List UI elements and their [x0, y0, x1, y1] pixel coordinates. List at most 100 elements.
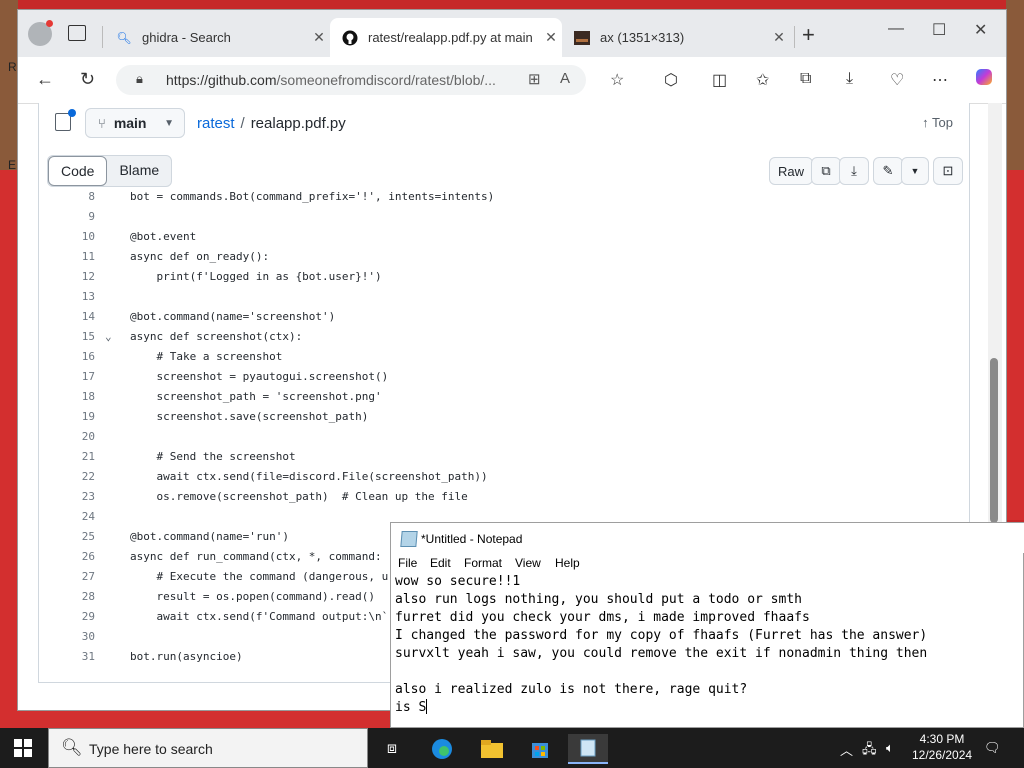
menu-file[interactable]: File [398, 556, 417, 570]
line-number[interactable]: 14 [39, 307, 95, 327]
menu-help[interactable]: Help [555, 556, 580, 570]
code-text: @bot.event [130, 230, 197, 243]
line-number[interactable]: 17 [39, 367, 95, 387]
breadcrumb: ratest / realapp.pdf.py [197, 115, 346, 132]
line-number[interactable]: 29 [39, 607, 95, 627]
refresh-icon[interactable]: ↻ [80, 69, 95, 90]
code-text: # Send the screenshot [130, 450, 296, 463]
notifications-icon[interactable]: 🗨︎ [984, 740, 1001, 756]
copy-icon[interactable]: ⧉ [811, 157, 841, 185]
address-bar[interactable]: 🔒︎ https://github.com/someonefromdiscord… [116, 65, 586, 95]
edit-pencil-icon[interactable]: ✎ [873, 157, 903, 185]
line-number[interactable]: 27 [39, 567, 95, 587]
code-text: screenshot = pyautogui.screenshot() [130, 370, 389, 383]
app-available-icon[interactable]: ⊞ [528, 70, 541, 88]
menu-edit[interactable]: Edit [430, 556, 451, 570]
notepad-text-area[interactable]: wow so secure!!1 also run logs nothing, … [395, 573, 1021, 717]
downloads-icon[interactable]: ⤓ [846, 70, 853, 88]
download-icon[interactable]: ⤓ [839, 157, 869, 185]
symbols-panel-icon[interactable]: ⊡ [933, 157, 963, 185]
file-name: realapp.pdf.py [250, 115, 346, 132]
line-number[interactable]: 11 [39, 247, 95, 267]
store-icon[interactable] [520, 734, 560, 764]
edit-options-chevron-icon[interactable]: ▼ [901, 157, 929, 185]
notepad-window: *Untitled - Notepad File Edit Format Vie… [390, 522, 1024, 728]
line-number[interactable]: 28 [39, 587, 95, 607]
search-icon: 🔍︎ [116, 30, 132, 45]
lock-icon: 🔒︎ [136, 71, 143, 86]
navigation-bar: ← ↻ 🔒︎ https://github.com/someonefromdis… [18, 57, 1006, 104]
line-number[interactable]: 22 [39, 467, 95, 487]
line-number[interactable]: 8 [39, 191, 95, 207]
menu-format[interactable]: Format [464, 556, 502, 570]
notepad-menu-bar: File Edit Format View Help [391, 553, 1024, 573]
branch-selector[interactable]: ⑂ main ▼ [85, 108, 185, 138]
line-number[interactable]: 23 [39, 487, 95, 507]
line-number[interactable]: 15 [39, 327, 95, 347]
favorites-icon[interactable]: ✩ [756, 70, 769, 90]
code-text: # Take a screenshot [130, 350, 283, 363]
notepad-titlebar[interactable]: *Untitled - Notepad [391, 523, 1024, 553]
branch-icon: ⑂ [98, 115, 106, 131]
line-number[interactable]: 25 [39, 527, 95, 547]
code-text: async def on_ready(): [130, 250, 270, 263]
collections-icon[interactable]: ⧉ [800, 70, 811, 88]
browser-essentials-icon[interactable]: ♡ [890, 70, 904, 90]
line-number[interactable]: 18 [39, 387, 95, 407]
line-number[interactable]: 31 [39, 647, 95, 667]
scrollbar-thumb[interactable] [990, 358, 998, 523]
desktop-text: R [8, 60, 17, 74]
line-number[interactable]: 26 [39, 547, 95, 567]
maximize-button[interactable]: ☐ [932, 20, 946, 40]
volume-icon[interactable]: 🔈︎ [886, 740, 894, 756]
close-tab-icon[interactable]: ✕ [308, 29, 330, 46]
line-number[interactable]: 9 [39, 207, 95, 227]
taskbar-search[interactable]: 🔍︎ Type here to search [48, 728, 368, 768]
back-icon[interactable]: ← [36, 69, 54, 90]
notepad-taskbar-icon[interactable] [568, 734, 608, 764]
repo-link[interactable]: ratest [197, 115, 235, 132]
view-switcher: Code Blame [47, 155, 173, 187]
close-tab-icon[interactable]: ✕ [540, 29, 562, 46]
tab-github-file[interactable]: ratest/realapp.pdf.py at main ✕ [330, 18, 562, 57]
new-tab-button[interactable]: + [802, 22, 815, 48]
tab-blame[interactable]: Blame [107, 156, 171, 184]
line-number[interactable]: 24 [39, 507, 95, 527]
line-number[interactable]: 13 [39, 287, 95, 307]
close-window-button[interactable]: ✕ [974, 20, 987, 40]
more-menu-icon[interactable]: ⋯ [932, 70, 948, 90]
line-number[interactable]: 12 [39, 267, 95, 287]
profile-avatar[interactable] [28, 20, 53, 46]
task-view-icon[interactable]: ⧈ [372, 734, 412, 764]
line-number[interactable]: 16 [39, 347, 95, 367]
network-icon[interactable]: 🖧︎ [862, 740, 877, 762]
close-tab-icon[interactable]: ✕ [768, 29, 790, 46]
tab-bar: 🔍︎ ghidra - Search ✕ ratest/realapp.pdf.… [18, 10, 1006, 57]
start-button[interactable] [14, 739, 32, 757]
tab-code[interactable]: Code [48, 156, 108, 186]
top-link[interactable]: ↑ Top [922, 115, 953, 130]
file-tree-icon[interactable] [55, 109, 76, 131]
minimize-button[interactable]: — [888, 20, 904, 38]
raw-button[interactable]: Raw [769, 157, 813, 185]
tab-actions-icon[interactable] [68, 25, 86, 41]
read-aloud-icon[interactable]: A [560, 70, 570, 87]
line-number[interactable]: 19 [39, 407, 95, 427]
line-number[interactable]: 20 [39, 427, 95, 447]
line-number[interactable]: 10 [39, 227, 95, 247]
desktop-left-edge [0, 0, 18, 728]
show-hidden-icons-chevron-icon[interactable]: ︿ [840, 740, 853, 759]
clock[interactable]: 4:30 PM 12/26/2024 [912, 731, 972, 763]
copilot-icon[interactable] [974, 67, 994, 92]
fold-chevron-icon[interactable]: ⌄ [105, 327, 112, 347]
favorite-star-icon[interactable]: ☆ [610, 70, 624, 90]
tab-image[interactable]: ax (1351×313) ✕ [562, 18, 790, 57]
menu-view[interactable]: View [515, 556, 541, 570]
line-number[interactable]: 30 [39, 627, 95, 647]
line-number[interactable]: 21 [39, 447, 95, 467]
split-screen-icon[interactable]: ◫ [712, 70, 727, 90]
tab-ghidra-search[interactable]: 🔍︎ ghidra - Search ✕ [104, 18, 330, 57]
edge-icon[interactable] [422, 734, 462, 764]
extensions-icon[interactable]: ⬡ [664, 70, 678, 90]
file-explorer-icon[interactable] [472, 734, 512, 764]
